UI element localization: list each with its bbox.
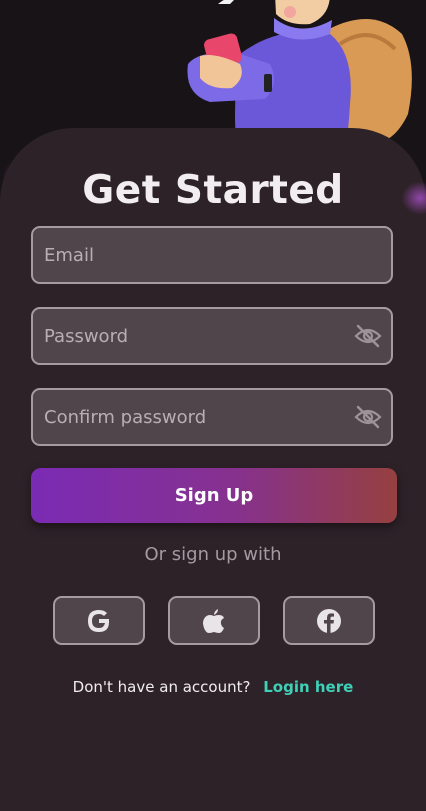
facebook-button[interactable] [283,596,375,645]
email-field[interactable] [31,226,393,284]
google-button[interactable] [53,596,145,645]
facebook-icon [317,608,341,633]
google-icon [88,609,109,632]
confirm-password-field[interactable] [31,388,393,446]
sign-up-button[interactable]: Sign Up [31,468,397,523]
page-title: Get Started [82,168,344,213]
eye-off-icon[interactable] [353,402,383,432]
apple-button[interactable] [168,596,260,645]
signup-screen: Get Started Sign Up Or sign up with [0,0,426,811]
eye-off-icon[interactable] [353,321,383,351]
social-divider-text: Or sign up with [144,544,282,565]
password-input[interactable] [33,309,353,363]
email-input[interactable] [33,228,391,282]
apple-icon [203,608,224,633]
password-field[interactable] [31,307,393,365]
confirm-password-input[interactable] [33,390,353,444]
login-prompt: Don't have an account? Login here [0,678,426,696]
login-link[interactable]: Login here [263,678,353,696]
account-question: Don't have an account? [72,678,251,696]
